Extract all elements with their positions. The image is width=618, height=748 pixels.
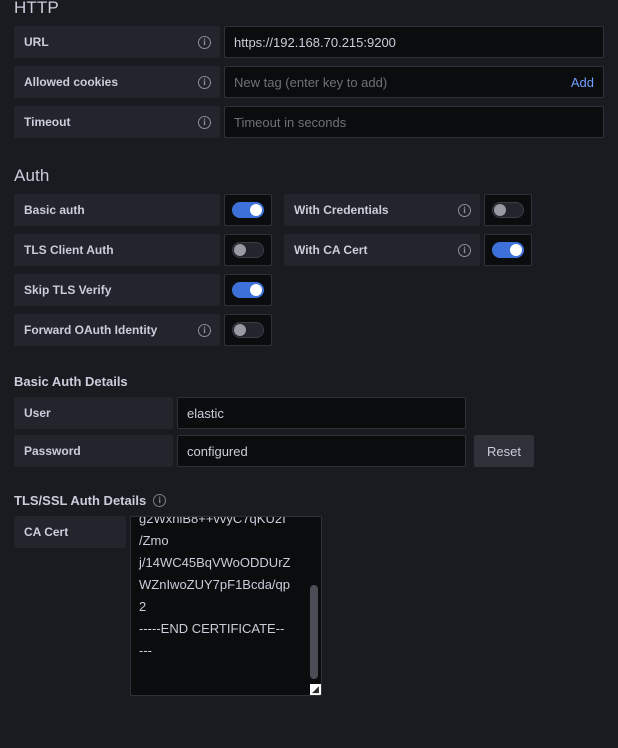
with-credentials-label-text: With Credentials xyxy=(294,203,389,217)
with-ca-cert-label-text: With CA Cert xyxy=(294,243,368,257)
ca-cert-textarea[interactable]: g2WxniB8++vvyC7qKU2I /Zmo j/14WC45BqVWoO… xyxy=(130,516,322,696)
ca-cert-scrollbar[interactable] xyxy=(310,585,318,679)
info-icon[interactable]: i xyxy=(198,35,211,49)
forward-oauth-identity-label-text: Forward OAuth Identity xyxy=(24,323,158,337)
ca-cert-label-text: CA Cert xyxy=(24,525,69,539)
reset-password-button[interactable]: Reset xyxy=(474,435,534,467)
info-icon[interactable]: i xyxy=(458,203,471,217)
password-input[interactable]: configured xyxy=(177,435,466,467)
user-label: User xyxy=(14,397,173,429)
info-icon[interactable]: i xyxy=(458,243,471,257)
basic-auth-label: Basic auth xyxy=(14,194,220,226)
auth-skip-tls-verify: Skip TLS Verify xyxy=(14,274,272,306)
with-ca-cert-toggle[interactable] xyxy=(484,234,532,266)
toggle-switch[interactable] xyxy=(492,202,524,218)
ca-cert-label: CA Cert xyxy=(14,516,126,548)
allowed-cookies-label-text: Allowed cookies xyxy=(24,75,119,89)
skip-tls-verify-label: Skip TLS Verify xyxy=(14,274,220,306)
password-label-text: Password xyxy=(24,444,81,458)
user-label-text: User xyxy=(24,406,51,420)
add-tag-button[interactable]: Add xyxy=(561,75,594,90)
tls-auth-details-title: TLS/SSL Auth Details i xyxy=(14,493,604,508)
field-row-password: Password configured Reset xyxy=(14,435,604,467)
http-section-title: HTTP xyxy=(14,0,59,17)
field-row-allowed-cookies: Allowed cookies i New tag (enter key to … xyxy=(14,66,604,98)
forward-oauth-identity-label: Forward OAuth Identity i xyxy=(14,314,220,346)
basic-auth-label-text: Basic auth xyxy=(24,203,85,217)
auth-tls-client-auth: TLS Client Auth xyxy=(14,234,272,266)
url-label-text: URL xyxy=(24,35,49,49)
url-input[interactable]: https://192.168.70.215:9200 xyxy=(224,26,604,58)
with-credentials-label: With Credentials i xyxy=(284,194,480,226)
info-icon[interactable]: i xyxy=(198,115,211,129)
skip-tls-verify-toggle[interactable] xyxy=(224,274,272,306)
basic-auth-details-title: Basic Auth Details xyxy=(14,374,604,389)
ca-cert-resize-handle[interactable]: ◢ xyxy=(310,684,321,695)
toggle-switch[interactable] xyxy=(232,242,264,258)
allowed-cookies-label: Allowed cookies i xyxy=(14,66,220,98)
auth-row-4: Forward OAuth Identity i xyxy=(14,314,604,346)
url-label: URL i xyxy=(14,26,220,58)
tls-client-auth-label-text: TLS Client Auth xyxy=(24,243,114,257)
basic-auth-toggle[interactable] xyxy=(224,194,272,226)
tls-client-auth-toggle[interactable] xyxy=(224,234,272,266)
allowed-cookies-input[interactable]: New tag (enter key to add) xyxy=(234,75,387,90)
allowed-cookies-field[interactable]: New tag (enter key to add) Add xyxy=(224,66,604,98)
auth-with-ca-cert: With CA Cert i xyxy=(284,234,532,266)
timeout-label-text: Timeout xyxy=(24,115,71,129)
auth-with-credentials: With Credentials i xyxy=(284,194,532,226)
field-row-ca-cert: CA Cert g2WxniB8++vvyC7qKU2I /Zmo j/14WC… xyxy=(14,516,604,696)
timeout-input[interactable]: Timeout in seconds xyxy=(224,106,604,138)
info-icon[interactable]: i xyxy=(198,75,211,89)
field-row-user: User elastic xyxy=(14,397,604,429)
with-ca-cert-label: With CA Cert i xyxy=(284,234,480,266)
toggle-switch[interactable] xyxy=(232,282,264,298)
tls-auth-details-title-text: TLS/SSL Auth Details xyxy=(14,493,147,508)
info-icon[interactable]: i xyxy=(198,323,211,337)
auth-basic-auth: Basic auth xyxy=(14,194,272,226)
field-row-url: URL i https://192.168.70.215:9200 xyxy=(14,26,604,58)
toggle-switch[interactable] xyxy=(492,242,524,258)
info-icon[interactable]: i xyxy=(153,494,167,507)
user-input[interactable]: elastic xyxy=(177,397,466,429)
toggle-switch[interactable] xyxy=(232,322,264,338)
auth-row-2: TLS Client Auth With CA Cert i xyxy=(14,234,604,266)
password-label: Password xyxy=(14,435,173,467)
basic-auth-details-title-text: Basic Auth Details xyxy=(14,374,128,389)
auth-forward-oauth-identity: Forward OAuth Identity i xyxy=(14,314,272,346)
toggle-switch[interactable] xyxy=(232,202,264,218)
forward-oauth-identity-toggle[interactable] xyxy=(224,314,272,346)
with-credentials-toggle[interactable] xyxy=(484,194,532,226)
ca-cert-textarea-content[interactable]: g2WxniB8++vvyC7qKU2I /Zmo j/14WC45BqVWoO… xyxy=(131,517,321,662)
auth-section-title: Auth xyxy=(14,166,50,185)
auth-row-3: Skip TLS Verify xyxy=(14,274,604,306)
skip-tls-verify-label-text: Skip TLS Verify xyxy=(24,283,112,297)
auth-row-1: Basic auth With Credentials i xyxy=(14,194,604,226)
tls-client-auth-label: TLS Client Auth xyxy=(14,234,220,266)
field-row-timeout: Timeout i Timeout in seconds xyxy=(14,106,604,138)
timeout-label: Timeout i xyxy=(14,106,220,138)
datasource-settings-page: HTTP URL i https://192.168.70.215:9200 A… xyxy=(0,0,618,696)
